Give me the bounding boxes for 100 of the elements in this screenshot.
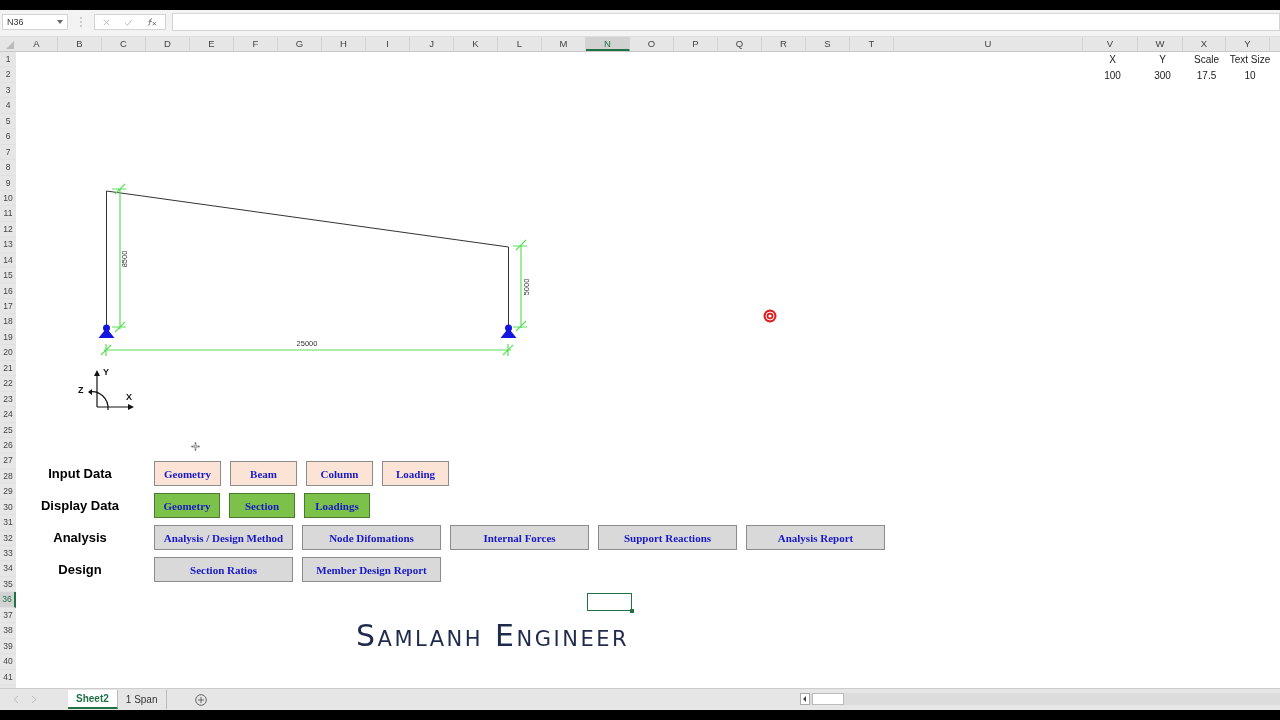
- letter-heading[interactable]: D: [146, 37, 190, 51]
- letter-heading[interactable]: V: [1083, 37, 1138, 51]
- checkmark-icon[interactable]: [124, 17, 134, 27]
- row-number[interactable]: 15: [0, 268, 16, 284]
- selected-cell[interactable]: [587, 593, 632, 611]
- letter-heading[interactable]: C: [102, 37, 146, 51]
- name-box[interactable]: N36: [2, 14, 68, 30]
- row-number[interactable]: 5: [0, 113, 16, 130]
- letter-heading[interactable]: A: [16, 37, 58, 51]
- next-sheet-icon[interactable]: [31, 696, 36, 703]
- letter-heading[interactable]: L: [498, 37, 542, 51]
- row-number[interactable]: 18: [0, 314, 16, 330]
- row-number[interactable]: 21: [0, 360, 16, 377]
- axis-label: Y: [103, 367, 109, 377]
- cancel-icon[interactable]: [103, 17, 111, 27]
- row-number[interactable]: 24: [0, 407, 16, 423]
- row-number[interactable]: 27: [0, 453, 16, 469]
- letter-heading[interactable]: K: [454, 37, 498, 51]
- drag-handle-icon[interactable]: [80, 17, 82, 27]
- row-number[interactable]: 14: [0, 252, 16, 269]
- macro-button[interactable]: Member Design Report: [302, 557, 441, 582]
- letter-heading[interactable]: B: [58, 37, 102, 51]
- row-label: Design: [57, 562, 103, 577]
- row-number[interactable]: 30: [0, 499, 16, 516]
- row-number[interactable]: 26: [0, 437, 16, 454]
- row-number[interactable]: 13: [0, 237, 16, 253]
- letter-heading[interactable]: X: [1183, 37, 1226, 51]
- letter-heading[interactable]: I: [366, 37, 410, 51]
- row-number[interactable]: 36: [0, 592, 16, 608]
- sheet-tab[interactable]: Sheet2: [68, 690, 118, 709]
- select-all-icon[interactable]: [6, 41, 14, 49]
- row-number[interactable]: 22: [0, 376, 16, 392]
- function-icon[interactable]: [147, 17, 157, 27]
- macro-button[interactable]: Section Ratios: [154, 557, 293, 582]
- row-number[interactable]: 17: [0, 299, 16, 315]
- letter-heading[interactable]: H: [322, 37, 366, 51]
- letter-heading[interactable]: O: [630, 37, 674, 51]
- letter-heading[interactable]: Y: [1226, 37, 1270, 51]
- letter-heading[interactable]: T: [850, 37, 894, 51]
- scroll-left-icon[interactable]: [800, 693, 810, 705]
- scroll-thumb[interactable]: [812, 693, 844, 705]
- macro-button[interactable]: Loading: [382, 461, 449, 486]
- sheet-tab[interactable]: 1 Span: [117, 690, 167, 709]
- row-number[interactable]: 19: [0, 329, 16, 346]
- row-number[interactable]: 3: [0, 82, 16, 99]
- row-number[interactable]: 8: [0, 160, 16, 176]
- row-number[interactable]: 16: [0, 283, 16, 299]
- row-number[interactable]: 40: [0, 654, 16, 670]
- row-number[interactable]: 29: [0, 484, 16, 500]
- letter-heading[interactable]: Q: [718, 37, 762, 51]
- brand-title: Samlanh Engineer: [356, 618, 630, 653]
- row-number[interactable]: 23: [0, 391, 16, 408]
- row-number[interactable]: 20: [0, 345, 16, 361]
- macro-button[interactable]: Beam: [230, 461, 297, 486]
- row-number[interactable]: 31: [0, 515, 16, 531]
- letter-heading[interactable]: G: [278, 37, 322, 51]
- letter-heading[interactable]: R: [762, 37, 806, 51]
- letter-heading[interactable]: J: [410, 37, 454, 51]
- macro-button[interactable]: Analysis / Design Method: [154, 525, 293, 550]
- row-number[interactable]: 1: [0, 52, 16, 68]
- row-number[interactable]: 4: [0, 98, 16, 114]
- horizontal-scrollbar[interactable]: [800, 693, 1280, 705]
- letter-heading[interactable]: U: [894, 37, 1083, 51]
- row-number[interactable]: 11: [0, 206, 16, 222]
- macro-button[interactable]: Section: [229, 493, 295, 518]
- row-number[interactable]: 7: [0, 144, 16, 161]
- letter-heading[interactable]: S: [806, 37, 850, 51]
- macro-button[interactable]: Geometry: [154, 461, 221, 486]
- row-number[interactable]: 37: [0, 607, 16, 624]
- macro-button[interactable]: Support Reactions: [598, 525, 737, 550]
- letter-heading[interactable]: E: [190, 37, 234, 51]
- macro-button[interactable]: Column: [306, 461, 373, 486]
- add-sheet-icon[interactable]: [194, 693, 207, 706]
- row-number[interactable]: 6: [0, 129, 16, 145]
- row-number[interactable]: 10: [0, 190, 16, 207]
- row-number[interactable]: 34: [0, 561, 16, 577]
- formula-input[interactable]: [172, 13, 1280, 31]
- row-number[interactable]: 12: [0, 221, 16, 238]
- row-number[interactable]: 39: [0, 638, 16, 655]
- macro-button[interactable]: Analysis Report: [746, 525, 885, 550]
- table-cell-text: 100: [1103, 69, 1122, 83]
- letter-heading[interactable]: W: [1138, 37, 1183, 51]
- macro-button[interactable]: Node Difomations: [302, 525, 441, 550]
- letter-heading[interactable]: P: [674, 37, 718, 51]
- macro-button[interactable]: Internal Forces: [450, 525, 589, 550]
- row-number[interactable]: 9: [0, 175, 16, 191]
- row-number[interactable]: 28: [0, 468, 16, 485]
- row-number[interactable]: 33: [0, 546, 16, 562]
- macro-button[interactable]: Loadings: [304, 493, 370, 518]
- table-cell-text: 17.5: [1195, 69, 1218, 83]
- row-number[interactable]: 41: [0, 669, 16, 685]
- letter-heading[interactable]: N: [586, 37, 630, 51]
- previous-sheet-icon[interactable]: [14, 696, 19, 703]
- letter-heading[interactable]: F: [234, 37, 278, 51]
- table-cell-text: 10: [1243, 69, 1257, 83]
- row-number[interactable]: 38: [0, 623, 16, 639]
- row-number[interactable]: 25: [0, 422, 16, 438]
- macro-button[interactable]: Geometry: [154, 493, 220, 518]
- row-number[interactable]: 2: [0, 67, 16, 83]
- row-number[interactable]: 32: [0, 530, 16, 546]
